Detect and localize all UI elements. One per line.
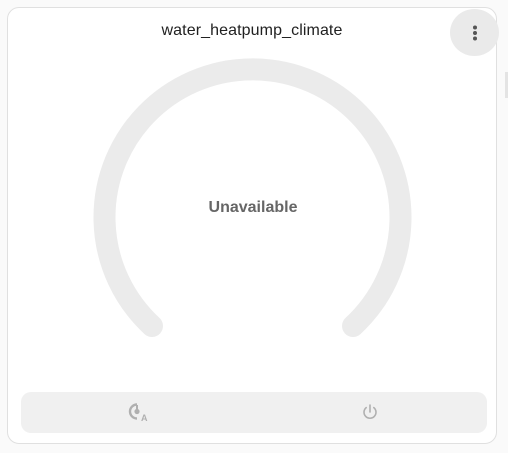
mode-controls: A	[21, 392, 487, 433]
thermostat-card: water_heatpump_climate Unavailable A	[7, 7, 499, 444]
status-unavailable: Unavailable	[208, 199, 298, 216]
thermostat-auto-icon: A	[128, 403, 148, 422]
temperature-dial	[93, 58, 412, 337]
svg-text:A: A	[141, 413, 148, 422]
dial-track	[93, 58, 412, 337]
auto-mode-button[interactable]: A	[127, 401, 149, 423]
power-button[interactable]	[359, 401, 381, 423]
power-icon	[363, 404, 377, 419]
